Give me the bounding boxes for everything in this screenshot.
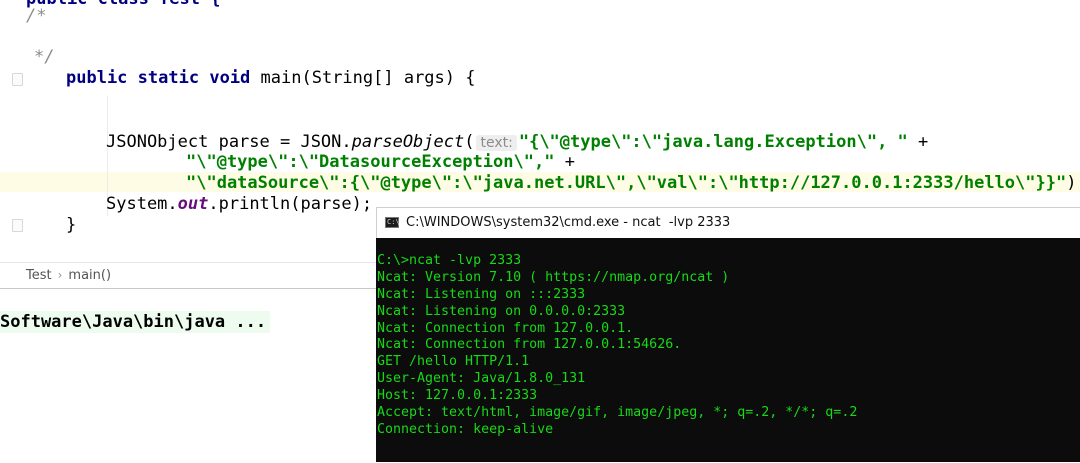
fold-end-icon[interactable]	[12, 219, 23, 232]
run-command-line: Software\Java\bin\java ...	[0, 311, 271, 333]
terminal-line: User-Agent: Java/1.8.0_131	[377, 371, 586, 387]
class-declaration-line: public class Test {	[26, 0, 220, 9]
parse-statement-line1: JSONObject parse = JSON.parseObject(text…	[106, 132, 929, 152]
parse-statement-line3: "\"dataSource\":{\"@type\":\"java.net.UR…	[186, 173, 1080, 193]
method-close-brace: }	[66, 215, 77, 235]
terminal-line: GET /hello HTTP/1.1	[377, 354, 530, 370]
terminal-line: Ncat: Connection from 127.0.0.1.	[377, 320, 634, 336]
terminal-line: Host: 127.0.0.1:2333	[377, 388, 538, 404]
main-method-signature: public static void main(String[] args) {	[66, 68, 476, 88]
breadcrumb-item-method[interactable]: main()	[68, 268, 111, 283]
breadcrumb-item-class[interactable]: Test	[26, 268, 52, 283]
cmd-app-icon: C:\	[385, 217, 400, 228]
terminal-line: C:\>ncat -lvp 2333	[377, 253, 522, 268]
comment-open: /*	[26, 6, 47, 26]
cmd-titlebar[interactable]: C:\ C:\WINDOWS\system32\cmd.exe - ncat -…	[376, 207, 1080, 238]
parameter-hint: text:	[476, 135, 517, 151]
terminal-line: Ncat: Connection from 127.0.0.1:54626.	[377, 337, 682, 353]
parse-statement-line2: "\"@type\":\"DatasourceException\"," +	[186, 152, 575, 172]
comment-close: */	[34, 47, 55, 67]
print-statement: System.out.println(parse);	[106, 194, 373, 214]
terminal-line: Connection: keep-alive	[377, 421, 554, 437]
terminal-line: Ncat: Listening on :::2333	[377, 286, 586, 302]
cmd-window-title: C:\WINDOWS\system32\cmd.exe - ncat -lvp …	[406, 215, 731, 230]
terminal-line: Ncat: Listening on 0.0.0.0:2333	[377, 303, 626, 319]
breadcrumb-separator: ›	[57, 268, 63, 282]
terminal-line: Ncat: Version 7.10 ( https://nmap.org/nc…	[377, 269, 730, 285]
cmd-terminal-output[interactable]: C:\>ncat -lvp 2333 Ncat: Version 7.10 ( …	[376, 238, 1080, 462]
cmd-window[interactable]: C:\ C:\WINDOWS\system32\cmd.exe - ncat -…	[376, 207, 1080, 462]
terminal-line: Accept: text/html, image/gif, image/jpeg…	[377, 405, 858, 421]
fold-method-icon[interactable]	[12, 73, 23, 86]
